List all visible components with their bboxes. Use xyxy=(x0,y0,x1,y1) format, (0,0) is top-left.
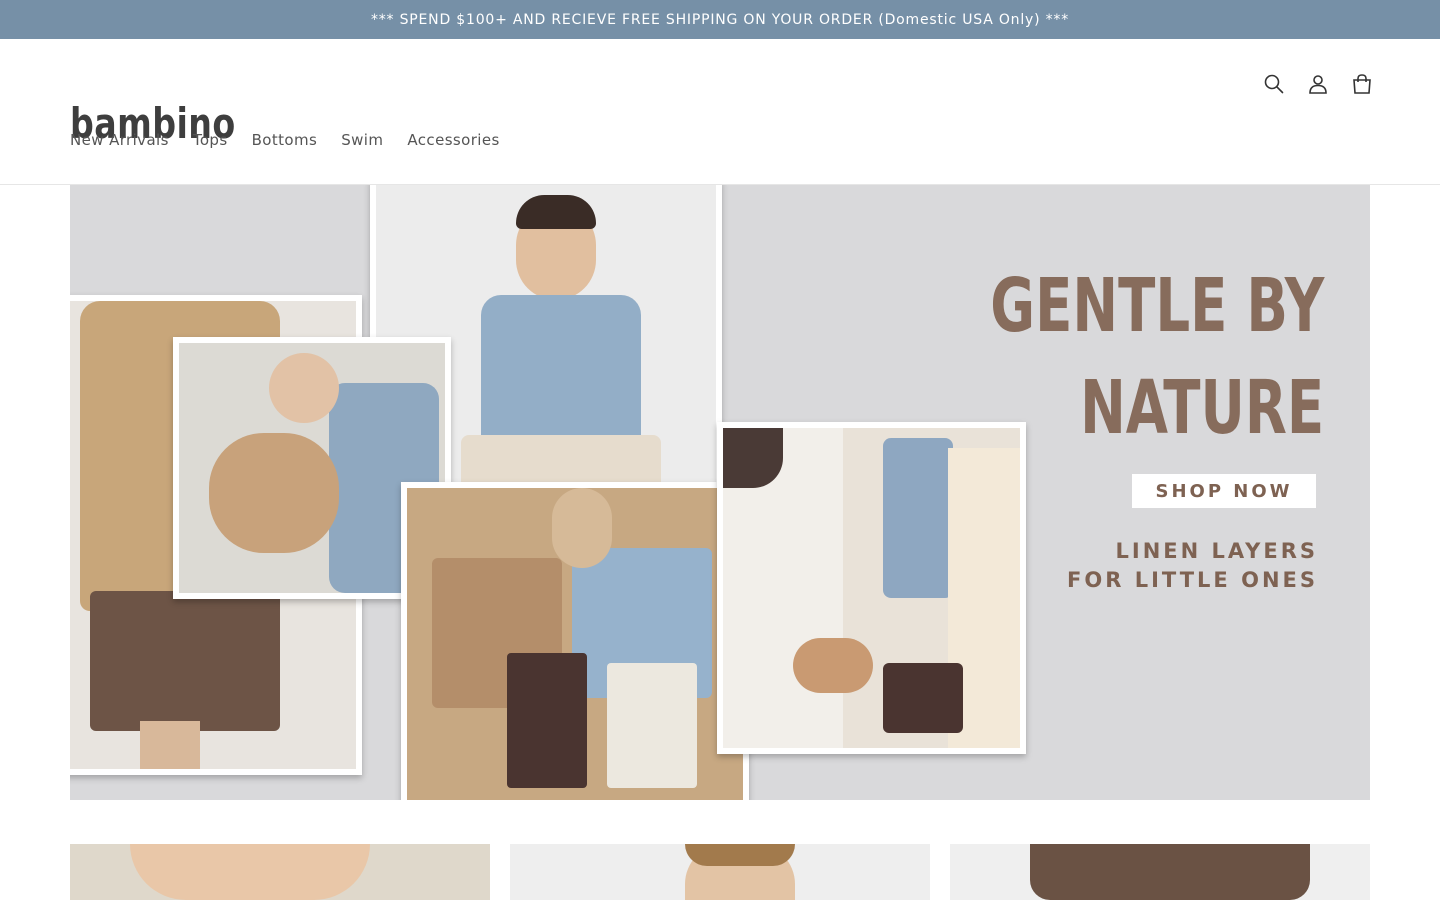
collection-tile[interactable] xyxy=(510,844,930,900)
nav-item-accessories[interactable]: Accessories xyxy=(407,131,499,149)
announcement-text: *** SPEND $100+ AND RECIEVE FREE SHIPPIN… xyxy=(370,11,1070,28)
nav-item-bottoms[interactable]: Bottoms xyxy=(252,131,318,149)
collection-tile[interactable] xyxy=(70,844,490,900)
hero-banner[interactable]: GENTLE BY NATURE SHOP NOW LINEN LAYERS F… xyxy=(70,185,1370,800)
nav-item-tops[interactable]: Tops xyxy=(193,131,228,149)
header-icons xyxy=(1262,69,1374,99)
hero-title: GENTLE BY NATURE xyxy=(990,263,1324,451)
nav-item-new-arrivals[interactable]: New Arrivals xyxy=(70,131,169,149)
collection-tile[interactable] xyxy=(950,844,1370,900)
hero-tagline: LINEN LAYERS FOR LITTLE ONES xyxy=(1067,539,1318,592)
shop-now-button[interactable]: SHOP NOW xyxy=(1132,474,1316,508)
search-icon[interactable] xyxy=(1262,69,1286,99)
announcement-bar: *** SPEND $100+ AND RECIEVE FREE SHIPPIN… xyxy=(0,0,1440,39)
cart-icon[interactable] xyxy=(1350,69,1374,99)
hero-photo-flatlay xyxy=(401,482,749,800)
hero-photo-folding xyxy=(717,422,1026,754)
account-icon[interactable] xyxy=(1306,69,1330,99)
collection-tiles xyxy=(70,844,1370,900)
main-nav: New Arrivals Tops Bottoms Swim Accessori… xyxy=(70,131,500,149)
nav-item-swim[interactable]: Swim xyxy=(341,131,383,149)
site-header: bambino New Arrivals Tops Bottoms Swim A… xyxy=(0,39,1440,185)
